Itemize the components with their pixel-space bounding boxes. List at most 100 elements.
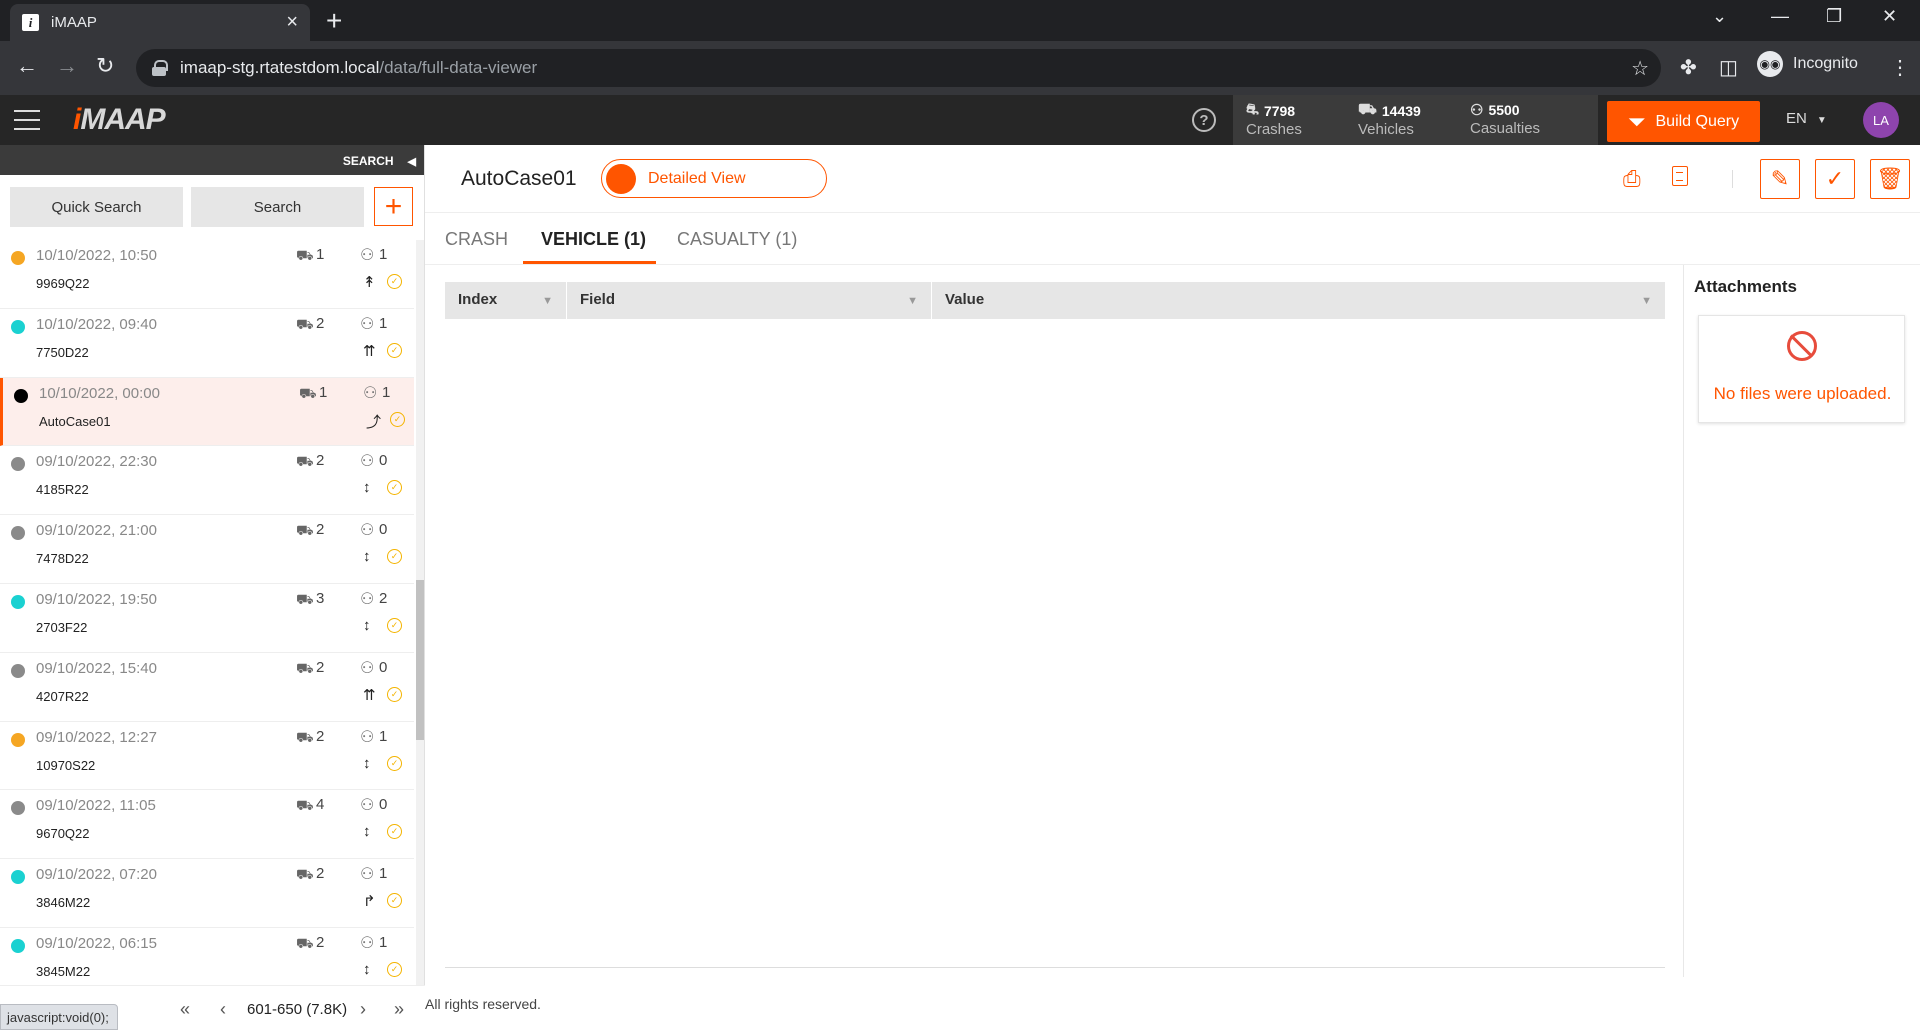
vehicle-count: 2	[316, 865, 325, 883]
approve-button[interactable]: ✓	[1815, 159, 1855, 199]
vehicle-icon: ⛟	[1358, 101, 1377, 118]
car-icon: ⛟	[296, 453, 314, 470]
casualty-count: 1	[379, 727, 388, 745]
add-case-button[interactable]: +	[374, 187, 413, 226]
car-icon: ⛟	[296, 728, 314, 745]
close-tab-icon[interactable]: ×	[286, 11, 298, 34]
tab-search-chevron-icon[interactable]: ⌄	[1712, 6, 1727, 27]
tab-vehicle[interactable]: VEHICLE (1)	[541, 229, 646, 250]
case-list-item[interactable]: 10/10/2022, 00:00 AutoCase01 ⛟ 1 ⚇ 1 ⤴ ✓	[0, 377, 414, 447]
column-value[interactable]: Value ▼	[932, 282, 1665, 319]
case-list-scrollbar[interactable]	[416, 240, 424, 985]
address-bar[interactable]: imaap-stg.rtatestdom.local/data/full-dat…	[136, 49, 1661, 87]
case-datetime: 09/10/2022, 11:05	[36, 797, 156, 815]
toggle-knob	[606, 163, 636, 194]
case-list-item[interactable]: 09/10/2022, 19:50 2703F22 ⛟ 3 ⚇ 2 ↕ ✓	[0, 584, 414, 653]
case-datetime: 10/10/2022, 10:50	[36, 247, 157, 264]
bookmark-star-icon[interactable]: ☆	[1631, 56, 1649, 81]
direction-arrow-icon: ↕	[363, 616, 371, 634]
incognito-label: Incognito	[1793, 55, 1858, 72]
casualty-count: 1	[379, 314, 388, 332]
filter-icon[interactable]: ▼	[542, 295, 553, 307]
car-icon: ⛟	[296, 315, 314, 332]
trash-icon: 🗑	[1876, 166, 1904, 191]
delete-button[interactable]: 🗑	[1870, 159, 1910, 199]
person-icon: ⚇	[360, 659, 375, 677]
detailed-view-toggle[interactable]: Detailed View	[601, 159, 827, 198]
imaap-logo[interactable]: iMAAP	[73, 103, 166, 137]
severity-dot	[11, 663, 25, 678]
browser-tabstrip: i iMAAP × + ⌄ — ❐ ✕	[0, 0, 1920, 41]
document-icon[interactable]	[1672, 166, 1688, 186]
case-list-item[interactable]: 10/10/2022, 10:50 9969Q22 ⛟ 1 ⚇ 1 ↟ ✓	[0, 240, 414, 309]
print-icon[interactable]: ⎙	[1623, 166, 1641, 192]
app-header: iMAAP ? ⛐ 7798 Crashes ⛟ 14439 Vehicles ⚇ 5…	[0, 95, 1920, 145]
column-index[interactable]: Index ▼	[445, 282, 567, 319]
direction-arrow-icon: ↕	[363, 548, 371, 566]
case-list-item[interactable]: 10/10/2022, 09:40 7750D22 ⛟ 2 ⚇ 1 ⇈ ✓	[0, 309, 414, 378]
prev-page-icon[interactable]: ‹	[220, 999, 226, 1020]
status-check-icon: ✓	[387, 824, 402, 840]
casualty-count: 1	[379, 246, 388, 263]
language-select[interactable]: EN ▼	[1786, 110, 1827, 127]
case-datetime: 09/10/2022, 12:27	[36, 728, 157, 746]
tab-casualty[interactable]: CASUALTY (1)	[677, 229, 797, 250]
status-check-icon: ✓	[387, 893, 402, 909]
column-field[interactable]: Field ▼	[567, 282, 932, 319]
filter-icon[interactable]: ▼	[1641, 295, 1652, 307]
reload-icon[interactable]: ↻	[96, 53, 114, 79]
case-datetime: 10/10/2022, 09:40	[36, 315, 157, 333]
restore-icon[interactable]: ❐	[1826, 6, 1842, 27]
forward-icon[interactable]: →	[56, 53, 78, 79]
last-page-icon[interactable]: »	[394, 999, 404, 1020]
hamburger-menu-icon[interactable]	[14, 110, 40, 130]
extensions-puzzle-icon[interactable]: ✤	[1680, 55, 1697, 80]
status-check-icon: ✓	[387, 755, 402, 771]
person-icon: ⚇	[360, 728, 375, 746]
casualty-count: 1	[379, 933, 388, 951]
case-datetime: 09/10/2022, 19:50	[36, 590, 157, 608]
help-icon[interactable]: ?	[1192, 108, 1216, 132]
close-window-icon[interactable]: ✕	[1882, 6, 1897, 27]
case-id: 4185R22	[36, 482, 89, 498]
minimize-icon[interactable]: —	[1771, 6, 1789, 27]
person-icon: ⚇	[360, 590, 375, 608]
casualty-count: 0	[379, 658, 388, 676]
person-icon: ⚇	[360, 315, 375, 333]
car-icon: ⛟	[299, 384, 317, 401]
case-list-item[interactable]: 09/10/2022, 21:00 7478D22 ⛟ 2 ⚇ 0 ↕ ✓	[0, 515, 414, 584]
sidebar-search-header[interactable]: SEARCH ◀	[0, 145, 424, 175]
direction-arrow-icon: ⇈	[363, 342, 376, 360]
filter-icon[interactable]: ▼	[907, 295, 918, 307]
edit-button[interactable]: ✎	[1760, 159, 1800, 199]
back-icon[interactable]: ←	[16, 53, 38, 79]
first-page-icon[interactable]: «	[180, 999, 190, 1020]
case-list-item[interactable]: 09/10/2022, 22:30 4185R22 ⛟ 2 ⚇ 0 ↕ ✓	[0, 446, 414, 516]
stat-casualties: ⚇ 5500 Casualties	[1470, 102, 1541, 137]
case-datetime: 09/10/2022, 07:20	[36, 866, 157, 884]
case-list-item[interactable]: 09/10/2022, 07:20 3846M22 ⛟ 2 ⚇ 1 ↱ ✓	[0, 859, 414, 928]
browser-menu-icon[interactable]: ⋮	[1890, 55, 1910, 80]
search-button[interactable]: Search	[191, 187, 364, 227]
status-check-icon: ✓	[387, 617, 402, 633]
browser-tab[interactable]: i iMAAP ×	[10, 4, 310, 41]
build-query-button[interactable]: ⏷ Build Query	[1607, 101, 1760, 142]
incognito-indicator[interactable]: ◉◉ Incognito	[1757, 51, 1858, 77]
status-bar-link-preview: javascript:void(0);	[0, 1004, 118, 1030]
case-list-item[interactable]: 09/10/2022, 06:15 3845M22 ⛟ 2 ⚇ 1 ↕ ✓	[0, 928, 414, 985]
scrollbar-thumb[interactable]	[416, 580, 424, 740]
quick-search-button[interactable]: Quick Search	[10, 187, 183, 227]
case-list: 10/10/2022, 10:50 9969Q22 ⛟ 1 ⚇ 1 ↟ ✓ 10/10/2022…	[0, 240, 414, 985]
new-tab-icon[interactable]: +	[326, 6, 342, 36]
next-page-icon[interactable]: ›	[360, 999, 366, 1020]
casualty-count: 0	[379, 452, 388, 470]
side-panel-icon[interactable]: ◫	[1719, 55, 1738, 80]
case-list-item[interactable]: 09/10/2022, 11:05 9670Q22 ⛟ 4 ⚇ 0 ↕ ✓	[0, 790, 414, 860]
case-datetime: 09/10/2022, 22:30	[36, 453, 157, 471]
case-list-item[interactable]: 09/10/2022, 12:27 10970S22 ⛟ 2 ⚇ 1 ↕ ✓	[0, 722, 414, 791]
tab-crash[interactable]: CRASH	[445, 229, 508, 250]
case-list-item[interactable]: 09/10/2022, 15:40 4207R22 ⛟ 2 ⚇ 0 ⇈ ✓	[0, 653, 414, 722]
casualty-count: 0	[379, 521, 388, 539]
vehicle-count: 4	[316, 796, 325, 814]
user-avatar[interactable]: LA	[1863, 102, 1899, 138]
